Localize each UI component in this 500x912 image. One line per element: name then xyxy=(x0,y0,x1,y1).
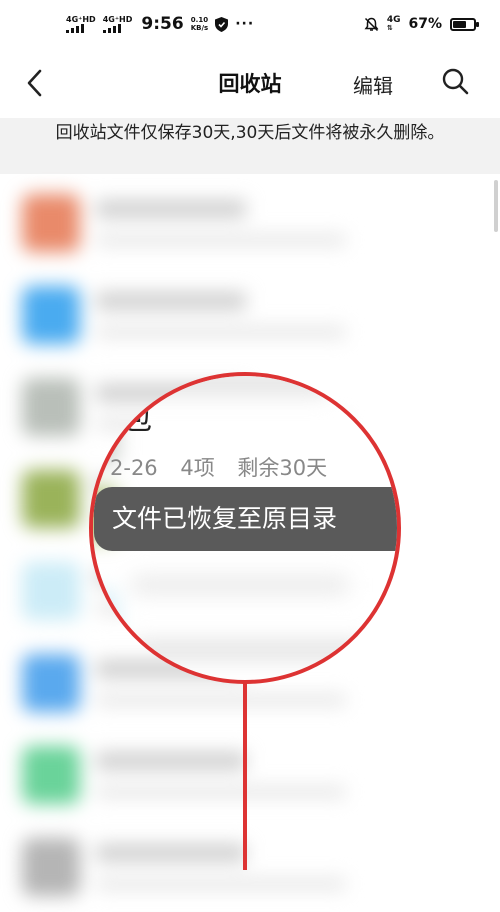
blurred-file-icon xyxy=(93,590,118,642)
blurred-file-name xyxy=(130,376,330,396)
speed-unit: KB/s xyxy=(190,24,209,32)
file-name-placeholder xyxy=(96,752,246,770)
blurred-file-name xyxy=(130,640,370,660)
file-type-icon xyxy=(22,378,80,436)
restore-toast: 文件已恢复至原目录 xyxy=(94,487,397,551)
blurred-file-name xyxy=(130,575,350,595)
retention-notice: 回收站文件仅保存30天,30天后文件将被永久删除。 xyxy=(0,118,500,174)
file-type-icon xyxy=(22,838,80,896)
file-type-icon xyxy=(22,286,80,344)
magnifier-callout: 包 2-26 4项 剩余30天 文件已恢复至原目录 xyxy=(89,372,401,684)
file-type-icon xyxy=(22,194,80,252)
file-type-icon xyxy=(22,654,80,712)
folder-meta: 2-26 4项 剩余30天 xyxy=(110,452,343,482)
scrollbar[interactable] xyxy=(494,180,498,232)
speed-value: 0.10 xyxy=(190,16,209,24)
file-row[interactable] xyxy=(0,176,500,268)
bell-muted-icon xyxy=(364,17,379,31)
folder-days-left: 剩余30天 xyxy=(237,456,328,480)
mobile-data-icon: 4G ⇅ xyxy=(386,15,401,32)
folder-date: 2-26 xyxy=(110,456,158,480)
battery-level-fill xyxy=(453,20,466,28)
folder-item-count: 4项 xyxy=(180,456,215,480)
magnifier-content: 包 2-26 4项 剩余30天 文件已恢复至原目录 xyxy=(93,376,397,680)
network-type-label: 4G⁺HD xyxy=(102,14,133,24)
file-meta-placeholder xyxy=(96,694,346,706)
file-type-icon xyxy=(22,746,80,804)
status-left: 4G⁺HD 4G⁺HD 9:56 0.10 KB/s ··· xyxy=(66,14,254,34)
file-type-icon xyxy=(22,470,80,528)
top-nav-bar: 回收站 编辑 xyxy=(0,52,500,114)
signal-strength-icon: 4G⁺HD xyxy=(66,14,96,33)
network-type-label: 4G⁺HD xyxy=(66,14,96,24)
network-speed: 0.10 KB/s xyxy=(191,16,208,32)
file-type-icon xyxy=(22,562,80,620)
clock: 9:56 xyxy=(141,14,184,34)
file-name-placeholder xyxy=(96,844,246,862)
folder-name-fragment: 包 xyxy=(122,402,152,437)
file-meta-placeholder xyxy=(96,786,346,798)
file-name-placeholder xyxy=(96,200,246,218)
page-title: 回收站 xyxy=(218,72,282,96)
file-row[interactable] xyxy=(0,820,500,912)
edit-button[interactable]: 编辑 xyxy=(353,70,393,99)
status-right: 4G ⇅ 67% xyxy=(364,15,479,32)
file-row[interactable] xyxy=(0,268,500,360)
more-notifications-icon: ··· xyxy=(235,16,255,32)
file-meta-placeholder xyxy=(96,878,346,890)
callout-pointer-line xyxy=(243,680,247,870)
file-meta-placeholder xyxy=(96,326,346,338)
file-name-placeholder xyxy=(96,292,246,310)
search-icon[interactable] xyxy=(440,66,470,96)
shield-icon xyxy=(215,16,229,32)
signal-strength-icon: 4G⁺HD xyxy=(102,14,133,33)
battery-percent: 67% xyxy=(408,16,442,32)
file-row[interactable] xyxy=(0,728,500,820)
file-meta-placeholder xyxy=(96,234,346,246)
status-bar: 4G⁺HD 4G⁺HD 9:56 0.10 KB/s ··· 4G ⇅ 67% xyxy=(0,0,500,52)
battery-icon xyxy=(450,17,479,31)
